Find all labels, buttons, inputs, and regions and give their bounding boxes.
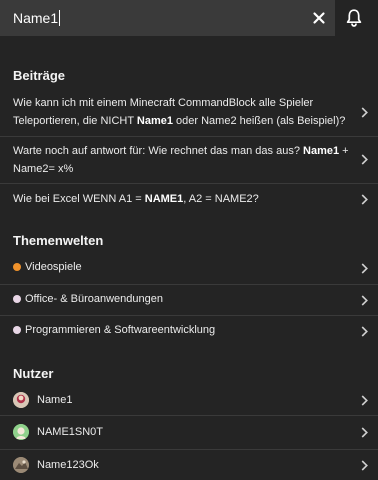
notifications-button[interactable] [343,7,365,29]
search-box[interactable]: Name1 [0,0,335,36]
user-item[interactable]: NAME1SN0T [0,416,378,448]
chevron-right-icon [361,460,368,471]
topic-item-programming[interactable]: Programmieren & Softwareentwicklung [0,316,378,346]
chevron-right-icon [361,194,368,205]
post-item[interactable]: Warte noch auf antwort für: Wie rechnet … [0,137,378,182]
search-input-value: Name1 [13,10,59,26]
user-name: Name1 [37,394,73,406]
avatar-icon [13,457,29,473]
topic-dot [13,295,21,303]
search-input[interactable]: Name1 [13,8,61,28]
post-title: Warte noch auf antwort für: Wie rechnet … [13,142,349,178]
avatar [13,457,29,473]
topic-dot [13,263,21,271]
user-item[interactable]: Name1 [0,386,378,414]
post-title-text: + [339,145,349,157]
post-title-text: Name2= x% [13,163,74,175]
user-name: Name123Ok [37,459,99,471]
post-item[interactable]: Wie kann ich mit einem Minecraft Command… [0,90,378,134]
chevron-right-icon [361,263,368,274]
chevron-right-icon [361,295,368,306]
avatar-icon [13,424,29,440]
chevron-right-icon [361,427,368,438]
chevron-right-icon [361,107,368,118]
chevron-right-icon [361,326,368,337]
post-title-text: Wie bei Excel WENN A1 = [13,193,145,205]
section-title-users: Nutzer [13,366,54,381]
chevron-right-icon [361,395,368,406]
post-title-text: , A2 = NAME2? [183,193,259,205]
post-item[interactable]: Wie bei Excel WENN A1 = NAME1, A2 = NAME… [0,184,378,214]
topic-item-videospiele[interactable]: Videospiele [0,255,378,283]
topic-item-office[interactable]: Office- & Büroanwendungen [0,285,378,315]
post-title-text: Warte noch auf antwort für: Wie rechnet … [13,145,304,157]
avatar [13,392,29,408]
post-title-text: Teleportieren, die NICHT [13,115,137,127]
header: Name1 [0,0,378,38]
post-title-highlight: Name1 [136,115,173,127]
post-title-highlight: NAME1 [144,193,184,205]
topic-label: Programmieren & Softwareentwicklung [25,324,216,336]
topic-dot [13,326,21,334]
topic-label: Videospiele [25,261,82,273]
section-title-topics: Themenwelten [13,233,104,248]
clear-search-button[interactable] [309,8,329,28]
close-icon [313,12,325,24]
post-title: Wie kann ich mit einem Minecraft Command… [13,94,345,130]
post-title: Wie bei Excel WENN A1 = NAME1, A2 = NAME… [13,190,259,208]
user-name: NAME1SN0T [37,426,104,438]
text-caret [59,10,61,26]
bell-icon [346,9,362,27]
post-title-text: Wie kann ich mit einem Minecraft Command… [13,97,314,109]
chevron-right-icon [361,154,368,165]
avatar-icon [13,392,29,408]
avatar [13,424,29,440]
user-item[interactable]: Name123Ok [0,450,378,480]
topic-label: Office- & Büroanwendungen [25,293,163,305]
section-title-posts: Beiträge [13,68,66,83]
post-title-text: oder Name2 heißen (als Beispiel)? [172,115,346,127]
post-title-highlight: Name1 [303,145,340,157]
